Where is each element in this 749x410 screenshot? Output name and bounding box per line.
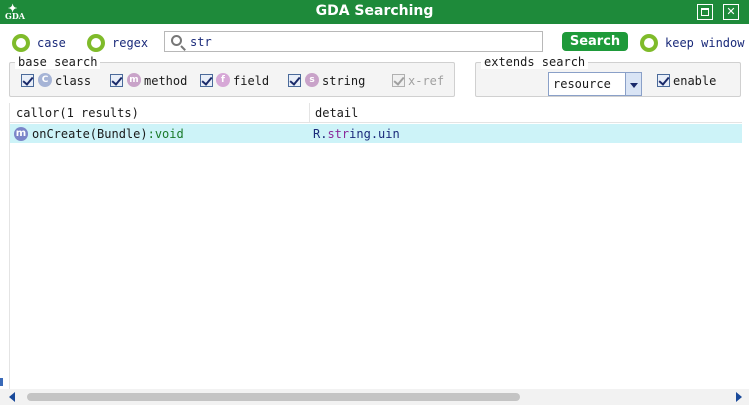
enable-label: enable [673,74,717,88]
string-label: string [322,74,366,88]
column-header-detail[interactable]: detail [315,106,358,120]
keep-window-radio[interactable] [640,34,658,52]
search-icon [171,35,182,46]
extends-search-select[interactable]: resource [548,72,642,96]
class-badge-icon: C [38,73,52,87]
method-label: method [144,74,188,88]
enable-checkbox[interactable] [657,74,670,87]
extends-search-selected: resource [553,77,611,91]
search-box[interactable] [164,31,543,52]
class-checkbox[interactable] [21,74,34,87]
maximize-button[interactable] [697,4,713,20]
result-callor: onCreate(Bundle):void [32,127,184,141]
maximize-icon [701,8,709,16]
close-button[interactable]: ✕ [723,4,739,20]
dropdown-arrow-icon[interactable] [625,73,641,95]
scroll-thumb[interactable] [27,393,520,401]
column-divider[interactable] [309,103,310,123]
x-ref-checkbox[interactable] [392,74,405,87]
method-checkbox[interactable] [110,74,123,87]
regex-label: regex [112,36,149,50]
class-label: class [55,74,92,88]
base-search-title: base search [15,55,101,69]
string-badge-icon: s [305,73,319,87]
field-label: field [233,74,270,88]
keep-window-label: keep window [665,36,745,50]
scroll-right-icon[interactable] [736,392,742,402]
table-row[interactable]: m onCreate(Bundle):void R.string.uin [10,124,742,143]
window-title: GDA Searching [315,3,434,19]
field-checkbox[interactable] [200,74,213,87]
regex-radio[interactable] [87,34,105,52]
string-checkbox[interactable] [288,74,301,87]
search-input[interactable] [190,33,535,50]
field-badge-icon: f [216,73,230,87]
extends-search-title: extends search [481,55,589,69]
case-label: case [37,36,66,50]
case-radio[interactable] [12,34,30,52]
column-header-callor[interactable]: callor(1 results) [16,106,139,120]
result-detail: R.string.uin [313,127,400,141]
scroll-left-icon[interactable] [9,392,15,402]
table-header: callor(1 results) detail [10,103,742,123]
close-icon: ✕ [726,5,736,18]
method-badge-icon: m [127,73,141,87]
horizontal-scrollbar[interactable] [0,389,749,405]
method-icon: m [14,127,28,141]
x-ref-label: x-ref [408,74,445,88]
title-bar: ✦ GDA GDA Searching ✕ [0,0,749,24]
results-table: callor(1 results) detail m onCreate(Bund… [9,103,742,389]
resize-marker [0,378,3,386]
search-button[interactable]: Search [562,32,628,51]
